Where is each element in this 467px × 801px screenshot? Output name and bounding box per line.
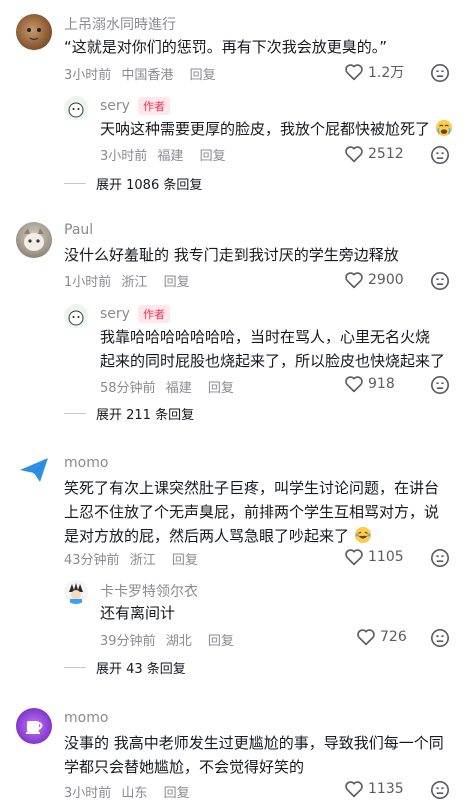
dislike-face-icon[interactable]	[430, 780, 450, 800]
reply-text: 还有离间计	[100, 604, 176, 622]
comment-text-line: 是对方放的屁，然后两人骂急眼了吵起来了	[64, 524, 372, 548]
reply-button[interactable]: 回复	[208, 634, 234, 649]
reply-username[interactable]: sery 作者	[100, 305, 170, 323]
crying-face-icon	[435, 119, 452, 137]
heart-icon	[345, 549, 363, 566]
comment-username[interactable]: 上吊溺水同時進行	[64, 14, 176, 34]
expand-replies-button[interactable]: 展开 211 条回复	[64, 404, 194, 423]
avatar[interactable]	[16, 452, 52, 488]
author-badge: 作者	[137, 97, 170, 115]
anime-avatar-icon	[69, 583, 83, 604]
character-avatar-icon	[24, 228, 44, 251]
avatar[interactable]	[16, 708, 52, 744]
expand-replies-button[interactable]: 展开 1086 条回复	[64, 174, 202, 193]
reply-username[interactable]: 卡卡罗特领尔衣	[100, 581, 198, 601]
comment-meta: 3小时前 中国香港 回复	[64, 64, 216, 83]
author-badge: 作者	[137, 305, 170, 323]
like-button[interactable]: 2512	[344, 145, 404, 163]
reply-button[interactable]: 回复	[164, 786, 190, 801]
reply-avatar[interactable]	[64, 96, 88, 120]
reply-location: 湖北	[165, 634, 192, 649]
comment-text-line: 学都只会替她尴尬，不会觉得好笑的	[64, 758, 305, 776]
comment-time: 43分钟前	[64, 553, 120, 568]
divider	[64, 413, 86, 414]
reply-meta: 58分钟前 福建 回复	[100, 377, 234, 396]
heart-icon	[357, 629, 375, 646]
dislike-face-icon[interactable]	[430, 63, 450, 83]
cat-avatar-icon	[27, 28, 41, 41]
heart-icon	[345, 64, 363, 81]
divider	[64, 667, 86, 668]
like-button[interactable]: 1.2万	[344, 62, 404, 82]
reply-button[interactable]: 回复	[190, 68, 216, 83]
like-count: 1135	[368, 781, 404, 797]
reply-location: 福建	[157, 149, 184, 164]
reply-button[interactable]: 回复	[172, 553, 198, 568]
divider	[64, 183, 86, 184]
like-count: 726	[380, 629, 407, 645]
paper-plane-icon	[20, 458, 48, 482]
reply-text-line: 起来的同时屁股也烧起来了，所以脸皮也快烧起来了	[100, 352, 446, 370]
like-button[interactable]: 918	[344, 375, 395, 393]
comment-meta: 1小时前 浙江 回复	[64, 271, 190, 290]
dislike-face-icon[interactable]	[430, 375, 450, 395]
expand-replies-button[interactable]: 展开 43 条回复	[64, 658, 186, 677]
comment-time: 1小时前	[64, 275, 112, 290]
reply-meta: 39分钟前 湖北 回复	[100, 630, 234, 649]
cat-avatar-icon	[68, 102, 84, 118]
comment-username[interactable]: momo	[64, 710, 108, 726]
heart-icon	[345, 781, 363, 798]
like-count: 1105	[368, 549, 404, 565]
comment-location: 山东	[121, 786, 148, 801]
reply-text-line: 我靠哈哈哈哈哈哈哈，当时在骂人，心里无名火烧	[100, 328, 431, 346]
reply-text: 天呐这种需要更厚的脸皮，我放个屁都快被尬死了	[100, 117, 453, 141]
like-button[interactable]: 1135	[344, 780, 404, 798]
reply-time: 39分钟前	[100, 634, 156, 649]
reply-button[interactable]: 回复	[208, 381, 234, 396]
heart-icon	[345, 376, 363, 393]
dislike-face-icon[interactable]	[430, 271, 450, 291]
reply-time: 3小时前	[100, 149, 148, 164]
dislike-face-icon[interactable]	[430, 548, 450, 568]
like-button[interactable]: 1105	[344, 548, 404, 566]
comment-text: “这就是对你们的惩罚。再有下次我会放更臭的。”	[64, 38, 388, 56]
reply-avatar[interactable]	[64, 580, 88, 604]
cup-avatar-icon	[26, 721, 43, 734]
reply-button[interactable]: 回复	[164, 275, 190, 290]
avatar[interactable]	[16, 14, 52, 50]
comment-location: 中国香港	[121, 68, 174, 83]
comment-time: 3小时前	[64, 68, 112, 83]
reply-button[interactable]: 回复	[200, 149, 226, 164]
heart-icon	[345, 146, 363, 163]
reply-location: 福建	[165, 381, 192, 396]
like-button[interactable]: 726	[356, 628, 407, 646]
dislike-face-icon[interactable]	[430, 145, 450, 165]
cat-avatar-icon	[68, 310, 84, 326]
reply-meta: 3小时前 福建 回复	[100, 145, 226, 164]
comment-text-line: 上忍不住放了个无声臭屁，前排两个学生互相骂对方，说	[64, 503, 440, 521]
dislike-face-icon[interactable]	[430, 628, 450, 648]
avatar[interactable]	[16, 222, 52, 258]
comment-username[interactable]: momo	[64, 455, 108, 471]
reply-avatar[interactable]	[64, 304, 88, 328]
reply-time: 58分钟前	[100, 381, 156, 396]
reply-username[interactable]: sery 作者	[100, 97, 170, 115]
comment-meta: 43分钟前 浙江 回复	[64, 549, 198, 568]
like-button[interactable]: 2900	[344, 271, 404, 289]
comment-location: 浙江	[121, 275, 148, 290]
laughing-face-icon	[354, 526, 371, 544]
like-count: 918	[368, 376, 395, 392]
like-count: 1.2万	[368, 65, 405, 81]
comment-text: 没什么好羞耻的 我专门走到我讨厌的学生旁边释放	[64, 246, 399, 264]
comment-text-line: 笑死了有次上课突然肚子巨疼，叫学生讨论问题，在讲台	[64, 479, 440, 497]
like-count: 2512	[368, 146, 404, 162]
like-count: 2900	[368, 272, 404, 288]
comment-text-line: 没事的 我高中老师发生过更尴尬的事，导致我们每一个同	[64, 734, 444, 752]
comment-location: 浙江	[129, 553, 156, 568]
comment-meta: 3小时前 山东 回复	[64, 782, 190, 801]
comment-username[interactable]: Paul	[64, 222, 93, 238]
comment-time: 3小时前	[64, 786, 112, 801]
heart-icon	[345, 272, 363, 289]
